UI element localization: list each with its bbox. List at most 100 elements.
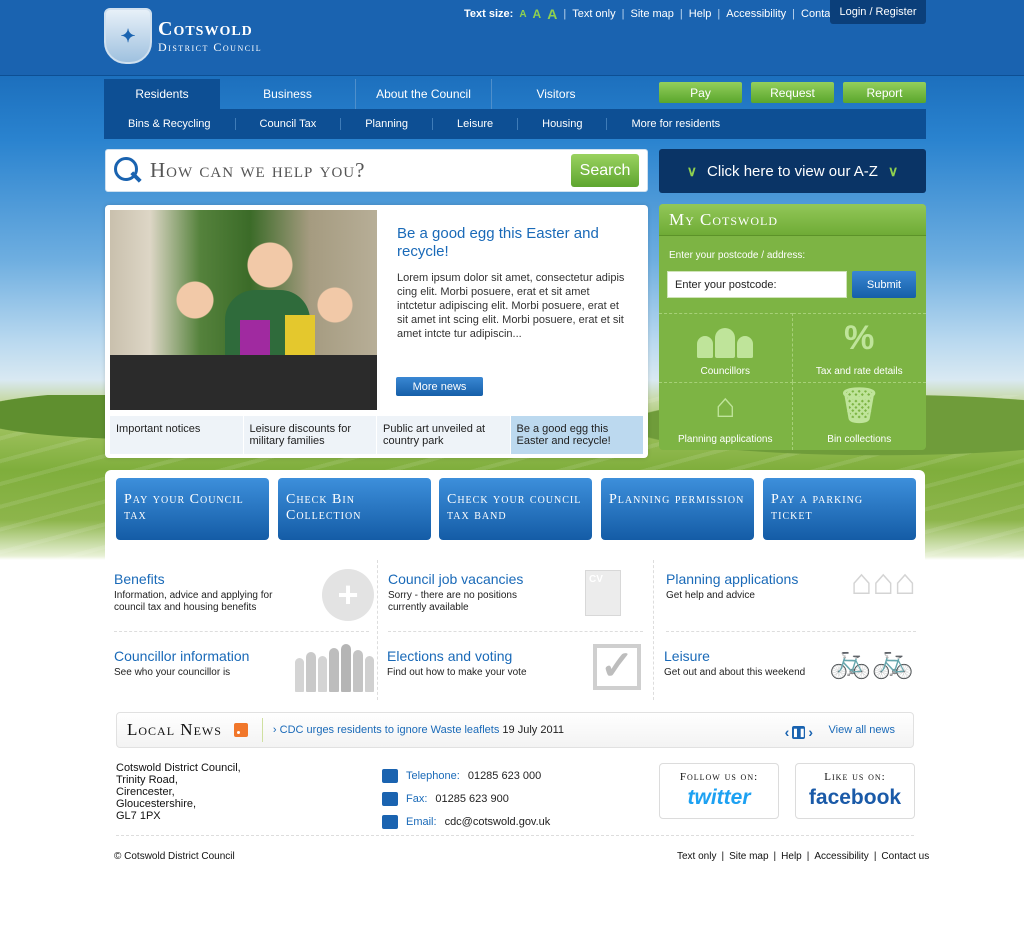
a-z-label: Click here to view our A-Z [707, 162, 878, 180]
footer-contact-us-link[interactable]: Contact us [881, 851, 929, 862]
tab-about-the-council[interactable]: About the Council [356, 79, 492, 109]
tile-bin-collections[interactable]: 🗑 Bin collections [792, 381, 926, 451]
tile-tax-rate-details[interactable]: % Tax and rate details [792, 313, 926, 382]
search-input[interactable] [150, 158, 570, 183]
twitter-caption: Follow us on: [679, 771, 759, 783]
tile-planning-applications[interactable]: ⌂ Planning applications [659, 381, 793, 450]
link-elections-voting[interactable]: Elections and voting Find out how to mak… [387, 644, 647, 690]
my-cotswold-panel: My Cotswold Enter your postcode / addres… [659, 204, 926, 450]
planning-permission-button[interactable]: Planning permission [601, 478, 754, 540]
footer-text-only-link[interactable]: Text only [677, 851, 716, 862]
chevron-down-icon: ∨ [686, 162, 698, 179]
link-leisure[interactable]: Leisure Get out and about this weekend 🚲… [664, 644, 924, 679]
text-size-label: Text size: [464, 8, 514, 20]
pay-council-tax-button[interactable]: Pay your Council tax [116, 478, 269, 540]
login-register-button[interactable]: Login / Register [830, 0, 926, 24]
fax-icon [382, 791, 398, 806]
link-council-job-vacancies[interactable]: Council job vacancies Sorry - there are … [388, 570, 648, 616]
a-z-button[interactable]: ∨ Click here to view our A-Z ∨ [659, 149, 926, 193]
accessibility-link[interactable]: Accessibility [726, 8, 786, 20]
check-bin-collection-button[interactable]: Check Bin Collection [278, 478, 431, 540]
council-address: Cotswold District Council, Trinity Road,… [116, 762, 241, 822]
search-button[interactable]: Search [571, 154, 639, 187]
address-line: Gloucestershire, [116, 798, 197, 810]
tile-label: Councillors [700, 365, 750, 377]
facebook-caption: Like us on: [824, 771, 886, 783]
help-link[interactable]: Help [689, 8, 712, 20]
featured-tab-leisure-discounts[interactable]: Leisure discounts for military families [243, 416, 377, 454]
percent-icon: % [844, 318, 875, 357]
pay-parking-ticket-button[interactable]: Pay a parking ticket [763, 478, 916, 540]
main-nav: Residents Business About the Council Vis… [104, 79, 620, 109]
postcode-field[interactable]: Enter your postcode: [667, 271, 847, 298]
text-size-large[interactable]: A [547, 6, 557, 22]
cyclists-icon: 🚲🚲 [829, 642, 914, 680]
link-desc: Information, advice and applying for cou… [114, 590, 273, 613]
footer-accessibility-link[interactable]: Accessibility [814, 851, 868, 862]
report-button[interactable]: Report [843, 82, 926, 103]
address-line: GL7 1PX [116, 810, 161, 822]
search-bar: Search [105, 149, 648, 192]
chevron-right-icon[interactable]: › [808, 724, 813, 740]
footer-help-link[interactable]: Help [781, 851, 802, 862]
site-map-link[interactable]: Site map [630, 8, 673, 20]
telephone-value: 01285 623 000 [467, 769, 542, 782]
pause-icon[interactable]: ❚❚ [792, 725, 806, 739]
more-news-button[interactable]: More news [396, 377, 483, 396]
featured-body: Lorem ipsum dolor sit amet, consectetur … [397, 272, 625, 340]
featured-tab-public-art[interactable]: Public art unveiled at country park [377, 416, 511, 454]
footer-site-map-link[interactable]: Site map [729, 851, 768, 862]
address-line: Cirencester, [116, 786, 175, 798]
people-icon [697, 318, 754, 358]
house-icon: ⌂ [714, 387, 736, 425]
news-controls: ‹ ❚❚ › [785, 724, 813, 740]
email-value[interactable]: cdc@cotswold.gov.uk [445, 816, 551, 828]
bin-icon: 🗑 [837, 387, 881, 425]
text-only-link[interactable]: Text only [572, 8, 615, 20]
facebook-button[interactable]: Like us on: facebook [795, 763, 915, 819]
rss-icon[interactable] [233, 723, 248, 737]
subnav-leisure[interactable]: Leisure [433, 118, 519, 130]
site-header: ✦ Cotswold District Council Text size: A… [0, 0, 1024, 76]
request-button[interactable]: Request [751, 82, 834, 103]
council-logo[interactable]: ✦ Cotswold District Council [104, 8, 262, 64]
featured-news-panel: Be a good egg this Easter and recycle! L… [105, 205, 648, 458]
sub-nav: Bins & Recycling Council Tax Planning Le… [104, 109, 926, 139]
twitter-button[interactable]: Follow us on: twitter [659, 763, 779, 819]
chevron-left-icon[interactable]: ‹ [785, 724, 790, 740]
logo-title: Cotswold [158, 18, 253, 40]
subnav-more-for-residents[interactable]: More for residents [607, 118, 744, 130]
view-all-news-link[interactable]: View all news [829, 724, 895, 736]
postcode-submit-button[interactable]: Submit [852, 271, 916, 298]
subnav-housing[interactable]: Housing [518, 118, 608, 130]
tile-councillors[interactable]: Councillors [659, 313, 793, 382]
text-size-medium[interactable]: A [533, 7, 542, 21]
telephone-label: Telephone: [406, 769, 460, 782]
link-councillor-information[interactable]: Councillor information See who your coun… [114, 644, 374, 692]
crowd-icon [295, 644, 374, 692]
tab-visitors[interactable]: Visitors [492, 79, 620, 109]
news-date: 19 July 2011 [502, 724, 564, 736]
link-benefits[interactable]: Benefits Information, advice and applyin… [114, 569, 374, 621]
tab-residents[interactable]: Residents [104, 79, 220, 109]
featured-tab-important-notices[interactable]: Important notices [110, 416, 244, 454]
link-planning-applications[interactable]: Planning applications Get help and advic… [666, 564, 926, 602]
houses-icon: ⌂⌂⌂ [850, 561, 916, 602]
text-size-small[interactable]: A [519, 9, 526, 20]
subnav-planning[interactable]: Planning [341, 118, 434, 130]
fax-label: Fax: [406, 792, 428, 805]
featured-title[interactable]: Be a good egg this Easter and recycle! [397, 225, 627, 261]
address-line: Cotswold District Council, [116, 762, 241, 774]
contact-details: Telephone: 01285 623 000 Fax: 01285 623 90… [382, 764, 550, 833]
local-news-bar: Local News › CDC urges residents to igno… [116, 712, 914, 748]
tab-business[interactable]: Business [220, 79, 356, 109]
phone-icon [382, 768, 398, 783]
copyright: © Cotswold District Council [114, 851, 235, 862]
address-line: Trinity Road, [116, 774, 178, 786]
featured-tab-good-egg[interactable]: Be a good egg this Easter and recycle! [510, 416, 644, 454]
news-headline[interactable]: › CDC urges residents to ignore Waste le… [273, 724, 564, 736]
check-council-tax-band-button[interactable]: Check your council tax band [439, 478, 592, 540]
subnav-bins-recycling[interactable]: Bins & Recycling [104, 118, 236, 130]
subnav-council-tax[interactable]: Council Tax [236, 118, 342, 130]
pay-button[interactable]: Pay [659, 82, 742, 103]
